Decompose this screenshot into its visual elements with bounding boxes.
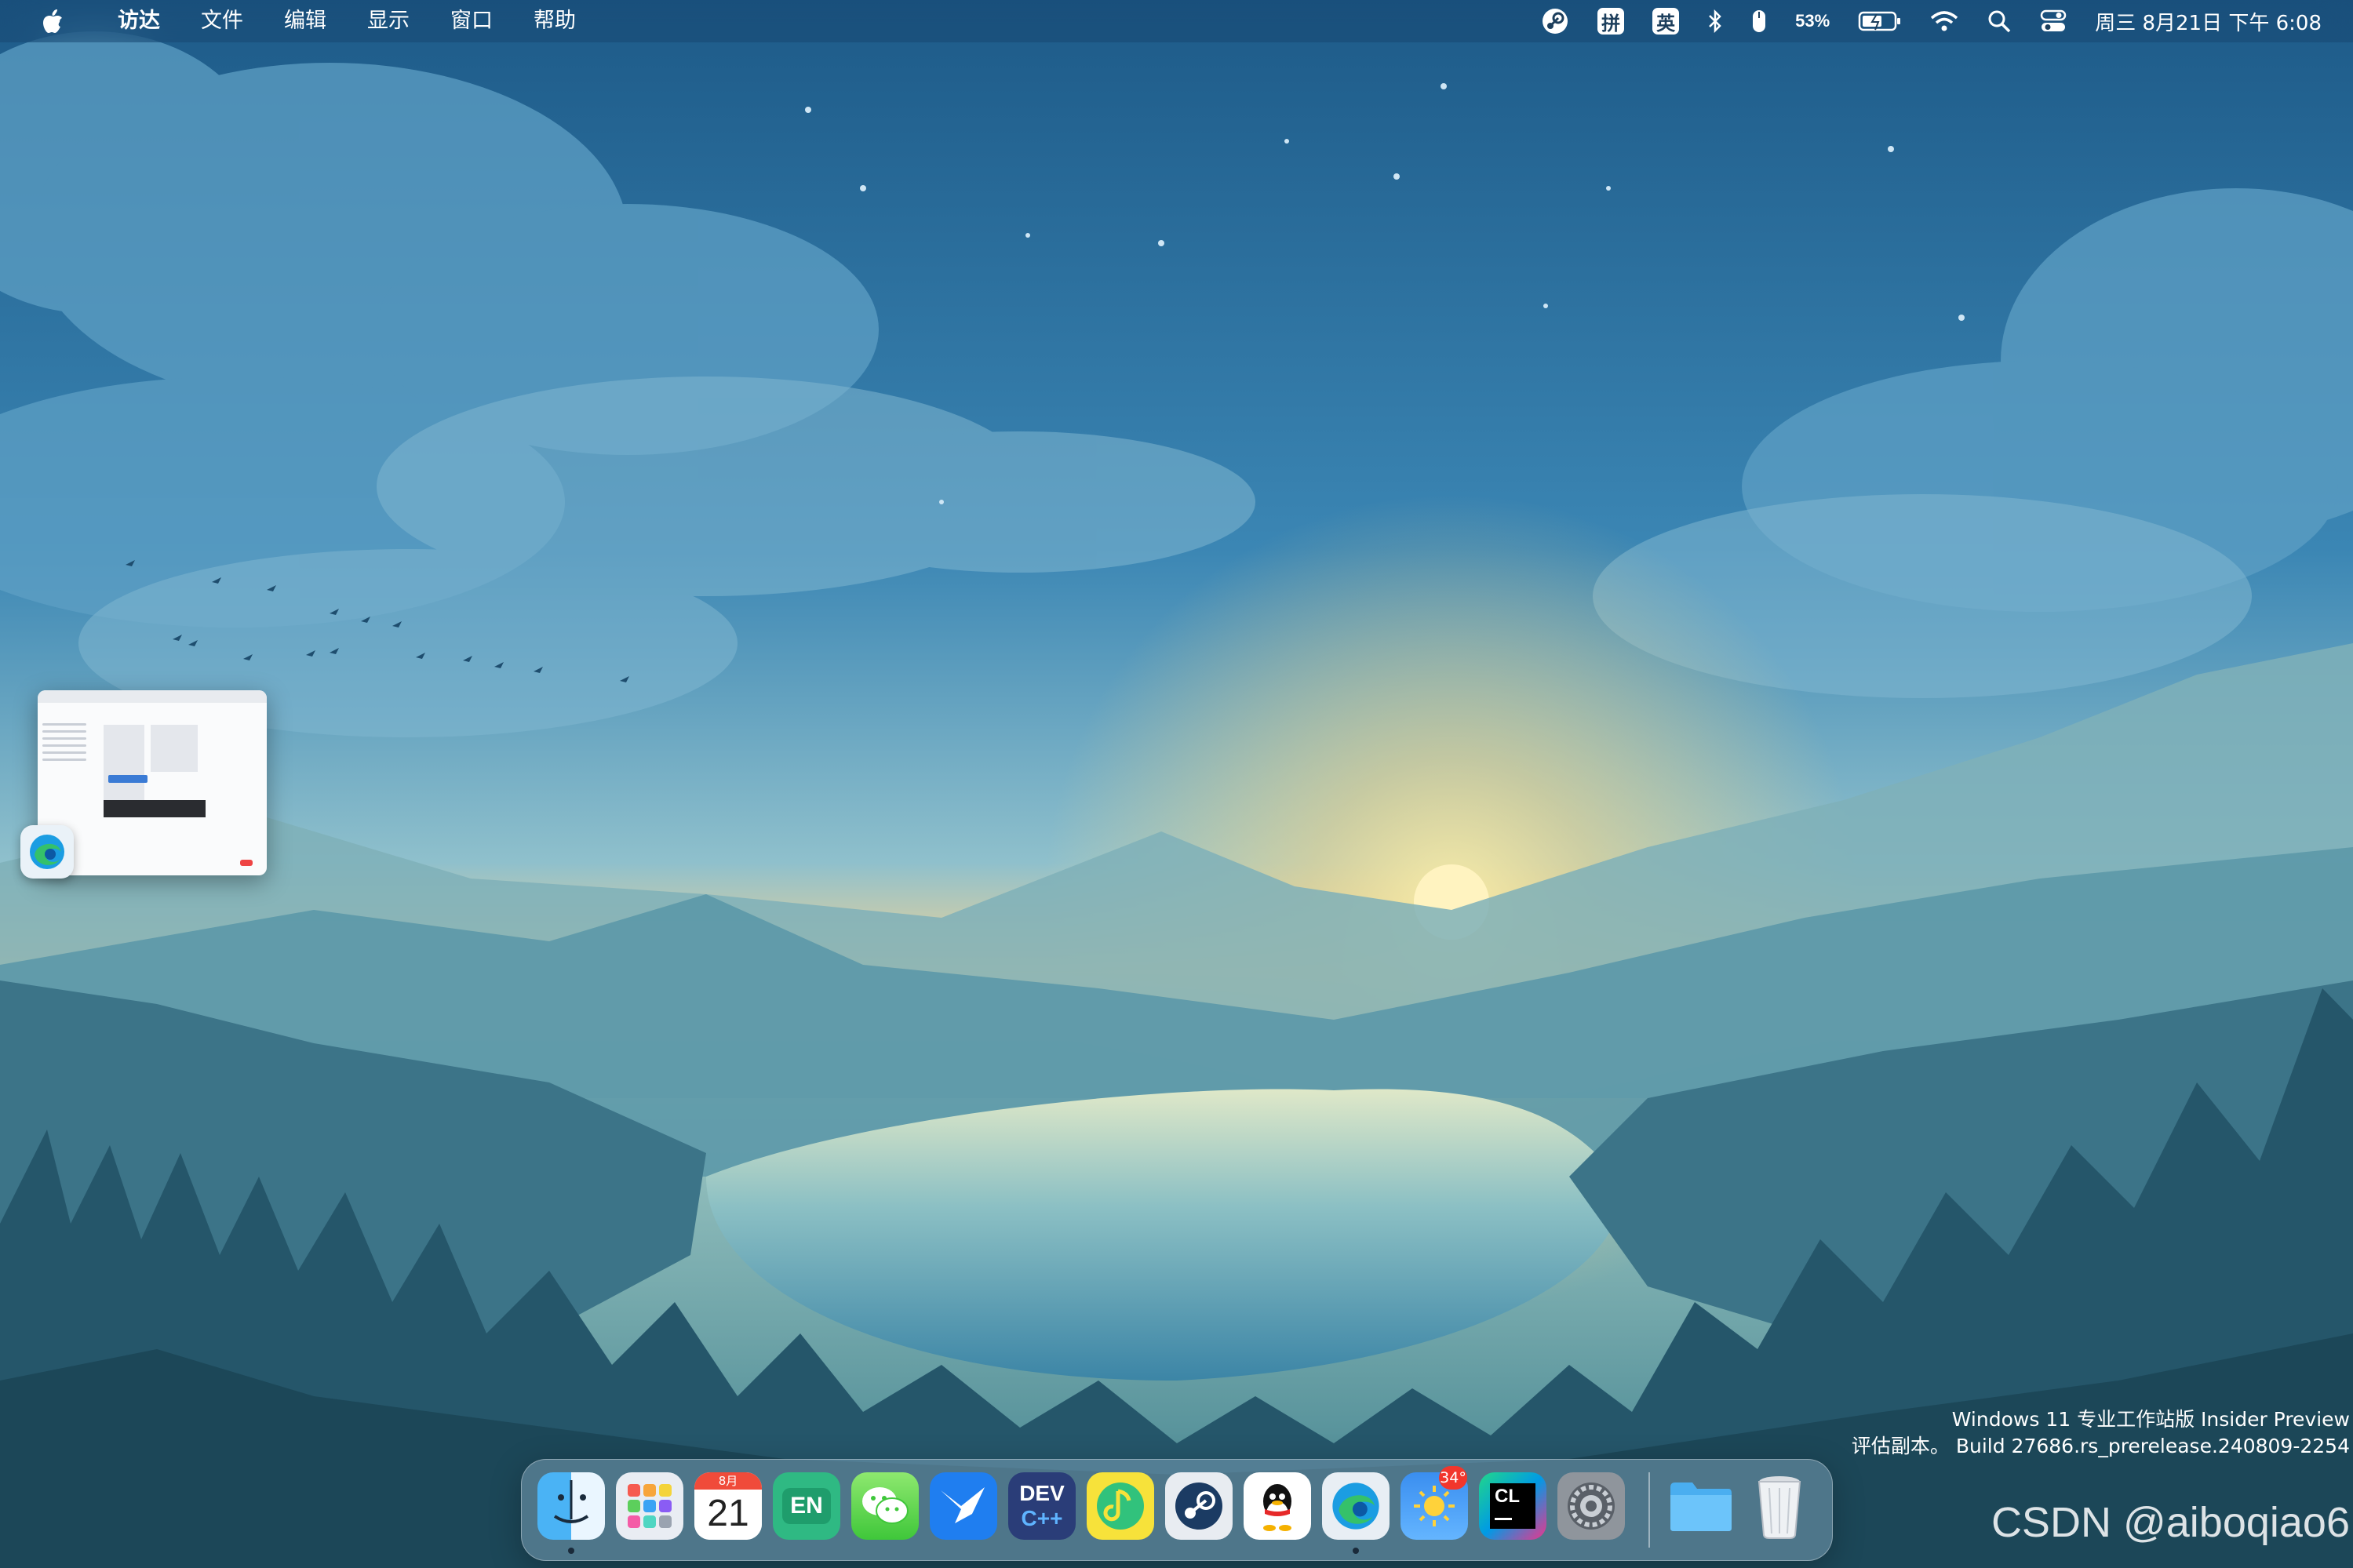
finder-running-indicator [568,1548,574,1554]
spotlight-search-icon[interactable] [1987,0,2012,42]
dock: 8月 21 EN DEV C++ 34° CL [521,1459,1833,1561]
csdn-watermark: CSDN @aiboqiao6 [1991,1499,2350,1546]
window-terminal-area [104,800,206,817]
clion-inner-square: CL [1490,1483,1535,1529]
gear-icon[interactable] [1557,1472,1625,1540]
control-center-icon[interactable] [2040,0,2067,42]
devcpp-label-bottom: C++ [1021,1506,1063,1530]
menu-bar-clock[interactable]: 周三 8月21日 下午 6:08 [2095,0,2322,42]
dock-separator [1648,1472,1650,1548]
menu-view[interactable]: 显示 [347,0,430,42]
calendar-day: 21 [694,1490,762,1540]
battery-icon[interactable] [1858,0,1902,42]
desktop-wallpaper [0,0,2353,1568]
bluetooth-icon[interactable] [1707,0,1723,42]
finder-icon[interactable] [537,1472,605,1540]
window-sidebar [42,719,86,813]
menu-window[interactable]: 窗口 [430,0,513,42]
penguin-icon[interactable] [1244,1472,1311,1540]
apple-menu-icon[interactable] [31,9,74,34]
menu-edit[interactable]: 编辑 [264,0,347,42]
clion-underline [1495,1518,1512,1520]
folder-icon[interactable] [1667,1472,1735,1540]
bird-icon[interactable] [930,1472,997,1540]
steam-icon[interactable] [1165,1472,1233,1540]
window-selected-item [108,775,148,783]
edge-running-indicator [1353,1548,1359,1554]
weather-temperature-badge: 34° [1439,1466,1467,1490]
menu-help[interactable]: 帮助 [513,0,596,42]
calendar-icon[interactable]: 8月 21 [694,1472,762,1540]
menu-finder[interactable]: 访达 [97,0,180,42]
launchpad-icon[interactable] [616,1472,683,1540]
ime-pinyin-indicator[interactable]: 拼 [1597,0,1625,42]
window-panel [151,725,198,772]
windows-edition-watermark: Windows 11 专业工作站版 Insider Preview [1951,1408,2350,1431]
menu-bar: 访达 文件 编辑 显示 窗口 帮助 拼 英 53% 周三 8月21日 下午 6:… [0,0,2353,42]
steam-tray-icon[interactable] [1541,0,1569,42]
devcpp-icon[interactable]: DEV C++ [1008,1472,1076,1540]
en-dictionary-icon[interactable]: EN [773,1472,840,1540]
menu-file[interactable]: 文件 [180,0,264,42]
music-note-icon[interactable] [1087,1472,1154,1540]
trash-icon[interactable] [1746,1472,1813,1540]
window-titlebar [38,690,267,703]
clion-icon[interactable]: CL [1479,1472,1546,1540]
battery-percent: 53% [1795,11,1830,31]
windows-build-watermark: 评估副本。 Build 27686.rs_prerelease.240809-2… [1851,1435,2350,1457]
edge-icon[interactable] [1322,1472,1390,1540]
clion-label: CL [1495,1486,1520,1507]
window-panel [104,725,144,811]
wechat-icon[interactable] [851,1472,919,1540]
window-action-button [240,860,253,866]
wifi-icon[interactable] [1930,0,1958,42]
edge-app-badge-icon [20,825,74,879]
calendar-month: 8月 [694,1472,762,1490]
ime-language-indicator[interactable]: 英 [1652,0,1680,42]
en-dictionary-label: EN [782,1488,831,1524]
devcpp-label-top: DEV [1019,1481,1065,1505]
mouse-battery-icon[interactable] [1751,0,1767,42]
